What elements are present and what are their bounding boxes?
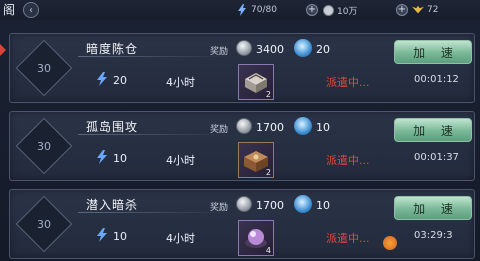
selected-indicator	[0, 44, 6, 56]
countdown-timer: 03:29:3	[414, 230, 453, 241]
silver-reward: 3400	[256, 43, 284, 56]
item-count: 2	[265, 90, 271, 99]
back-icon[interactable]: ‹	[23, 2, 39, 18]
duration: 4小时	[166, 232, 195, 245]
gem-reward: 10	[316, 121, 330, 134]
reward-item[interactable]: 2	[238, 142, 274, 178]
countdown-timer: 00:01:37	[414, 152, 459, 163]
add-gold-button[interactable]: +	[396, 4, 408, 16]
silver-coin-icon	[322, 4, 334, 16]
item-count: 2	[265, 168, 271, 177]
accelerate-button[interactable]: 加 速	[394, 196, 472, 220]
status-text: 派遣中...	[326, 154, 370, 167]
gold-value: 72	[427, 5, 439, 15]
divider	[78, 212, 228, 213]
duration: 4小时	[166, 154, 195, 167]
level-number: 30	[37, 217, 51, 231]
gem-icon	[294, 195, 312, 213]
reward-label: 奖励	[210, 203, 229, 213]
add-silver-button[interactable]: +	[306, 4, 318, 16]
lightning-icon	[236, 4, 248, 16]
mission-card: 30 暗度陈仓 20 4小时 奖励 3400 20 2 派遣中... 加 速 0…	[9, 33, 475, 103]
silver-coin-icon	[236, 40, 252, 56]
mission-card: 30 孤岛围攻 10 4小时 奖励 1700 10 2 派遣中... 加 速 0…	[9, 111, 475, 181]
mission-name: 暗度陈仓	[86, 42, 139, 56]
gem-reward: 20	[316, 43, 330, 56]
silver-coin-icon	[236, 118, 252, 134]
status-text: 派遣中...	[326, 232, 370, 245]
countdown-timer: 00:01:12	[414, 74, 459, 85]
silver-reward: 1700	[256, 199, 284, 212]
silver-reward: 1700	[256, 121, 284, 134]
silver-coin-icon	[236, 196, 252, 212]
gem-icon	[294, 117, 312, 135]
reward-label: 奖励	[210, 125, 229, 135]
gem-icon	[294, 39, 312, 57]
divider	[78, 56, 228, 57]
reward-item[interactable]: 4	[238, 220, 274, 256]
status-text: 派遣中...	[326, 76, 370, 89]
accelerate-button[interactable]: 加 速	[394, 118, 472, 142]
stamina-cost: 10	[113, 152, 127, 165]
stamina-resource: 70/80	[236, 3, 277, 17]
item-count: 4	[265, 246, 271, 255]
silver-resource: + 10万	[306, 3, 357, 17]
lightning-icon	[97, 150, 107, 164]
level-number: 30	[37, 61, 51, 75]
stamina-value: 70/80	[251, 5, 277, 15]
reward-label: 奖励	[210, 47, 229, 57]
mission-name: 潜入暗杀	[86, 198, 139, 212]
gem-reward: 10	[316, 199, 330, 212]
divider	[78, 134, 228, 135]
level-number: 30	[37, 139, 51, 153]
mission-card: 30 潜入暗杀 10 4小时 奖励 1700 10 4 派遣中... 加 速 0…	[9, 189, 475, 259]
lightning-icon	[97, 228, 107, 242]
lightning-icon	[97, 72, 107, 86]
accelerate-button[interactable]: 加 速	[394, 40, 472, 64]
page-title: 阁	[3, 3, 16, 17]
duration: 4小时	[166, 76, 195, 89]
top-bar: 阁 ‹ 70/80 + 10万 + 72	[0, 0, 480, 20]
stamina-cost: 20	[113, 74, 127, 87]
watermark-logo	[383, 236, 397, 250]
gold-resource: + 72	[396, 3, 438, 17]
gold-wings-icon	[412, 4, 424, 16]
mission-name: 孤岛围攻	[86, 120, 139, 134]
stamina-cost: 10	[113, 230, 127, 243]
silver-value: 10万	[337, 6, 358, 17]
reward-item[interactable]: 2	[238, 64, 274, 100]
